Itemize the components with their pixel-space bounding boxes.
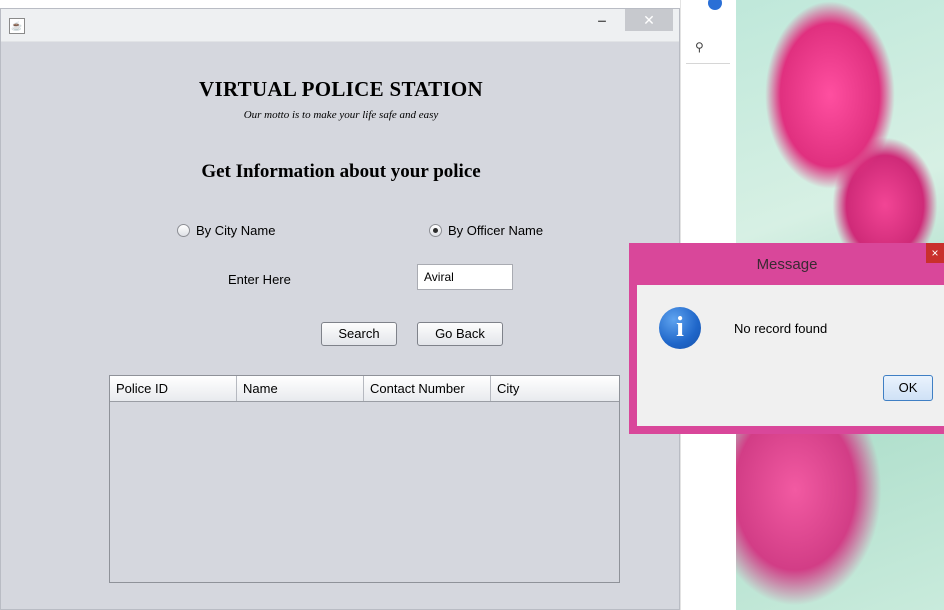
radio-by-officer-name[interactable]: By Officer Name — [429, 223, 543, 238]
input-label: Enter Here — [228, 272, 291, 287]
search-button[interactable]: Search — [321, 322, 397, 346]
window-titlebar[interactable]: ☕ ‒ □ ✕ — [1, 9, 679, 42]
table-header: Police ID Name Contact Number City — [110, 376, 619, 402]
dialog-titlebar[interactable]: Message × — [637, 243, 944, 285]
java-cup-icon: ☕ — [9, 18, 25, 34]
dialog-title: Message — [756, 256, 818, 273]
radio-label: By Officer Name — [448, 223, 544, 238]
radio-by-city-name[interactable]: By City Name — [177, 223, 275, 238]
close-button[interactable]: ✕ — [625, 9, 673, 31]
app-motto: Our motto is to make your life safe and … — [243, 109, 439, 121]
section-heading: Get Information about your police — [201, 161, 481, 182]
radio-label: By City Name — [196, 223, 276, 238]
dialog-message: No record found — [734, 321, 828, 336]
search-input[interactable] — [417, 264, 513, 290]
column-header-contact-number[interactable]: Contact Number — [364, 376, 491, 401]
search-icon[interactable]: ⚲ — [695, 40, 704, 54]
column-header-city[interactable]: City — [491, 376, 619, 401]
app-title: VIRTUAL POLICE STATION — [199, 77, 483, 101]
column-header-police-id[interactable]: Police ID — [110, 376, 237, 401]
go-back-button[interactable]: Go Back — [417, 322, 503, 346]
minimize-button[interactable]: ‒ — [587, 9, 617, 31]
message-dialog: Message × i No record found OK — [629, 243, 944, 434]
information-icon: i — [659, 307, 701, 349]
dialog-close-button[interactable]: × — [926, 243, 944, 263]
info-badge-icon — [708, 0, 722, 10]
ok-button[interactable]: OK — [883, 375, 933, 401]
radio-unchecked-icon[interactable] — [177, 224, 190, 237]
radio-checked-icon[interactable] — [429, 224, 442, 237]
column-header-name[interactable]: Name — [237, 376, 364, 401]
dialog-body: i No record found OK — [637, 285, 944, 426]
results-table[interactable]: Police ID Name Contact Number City — [109, 375, 620, 583]
police-station-window: ☕ ‒ □ ✕ VIRTUAL POLICE STATION Our motto… — [0, 8, 680, 610]
divider — [686, 63, 730, 64]
